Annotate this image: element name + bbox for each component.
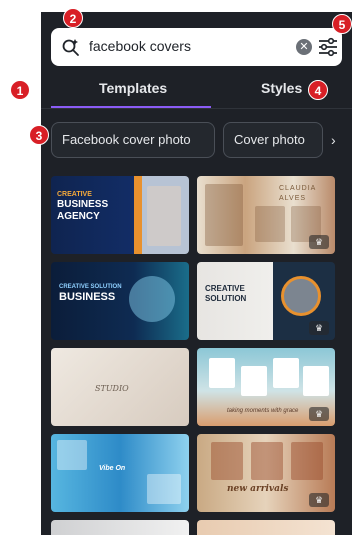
template-card[interactable]: CREATIVE BUSINESS AGENCY — [51, 176, 189, 254]
tab-bar: Templates Styles — [41, 70, 352, 110]
premium-crown-icon: ♛ — [309, 321, 329, 335]
template-text: Vibe On — [99, 465, 126, 472]
callout-badge-5: 5 — [332, 14, 352, 34]
template-card[interactable] — [197, 520, 335, 535]
clear-search-icon[interactable]: ✕ — [296, 39, 312, 55]
sliders-icon[interactable] — [317, 37, 339, 57]
photo-placeholder — [281, 276, 321, 316]
tab-divider — [41, 108, 352, 109]
photo-placeholder — [255, 206, 285, 242]
photo-placeholder — [129, 276, 175, 322]
template-text: SOLUTION — [205, 294, 247, 303]
photo-placeholder — [209, 358, 235, 388]
premium-crown-icon: ♛ — [309, 235, 329, 249]
magic-search-icon[interactable] — [61, 37, 81, 57]
photo-placeholder — [241, 366, 267, 396]
callout-badge-1: 1 — [10, 80, 30, 100]
template-text: taking moments with grace — [227, 408, 299, 414]
photo-placeholder — [147, 186, 181, 246]
chip-facebook-cover-photo[interactable]: Facebook cover photo — [51, 122, 215, 158]
photo-placeholder — [273, 358, 299, 388]
template-card[interactable]: STUDIO — [51, 348, 189, 426]
template-text: new arrivals — [227, 484, 289, 494]
template-text: CLAUDIA ALVES — [279, 185, 316, 202]
photo-placeholder — [57, 440, 87, 470]
template-card[interactable]: CLAUDIA ALVES ♛ — [197, 176, 335, 254]
template-text: BUSINESS — [59, 291, 116, 303]
photo-placeholder — [251, 442, 283, 480]
tab-templates[interactable]: Templates — [99, 80, 167, 96]
template-card[interactable]: taking moments with grace ♛ — [197, 348, 335, 426]
suggestion-chips: Facebook cover photo Cover photo › — [51, 122, 352, 160]
callout-badge-2: 2 — [63, 8, 83, 28]
template-text: STUDIO — [95, 384, 129, 393]
callout-badge-3: 3 — [29, 125, 49, 145]
photo-placeholder — [303, 366, 329, 396]
photo-placeholder — [211, 442, 243, 480]
search-panel: facebook covers ✕ Templates Styles Faceb… — [41, 12, 352, 535]
chevron-right-icon[interactable]: › — [331, 132, 336, 148]
template-text: AGENCY — [57, 211, 100, 222]
template-card[interactable]: new arrivals ♛ — [197, 434, 335, 512]
premium-crown-icon: ♛ — [309, 493, 329, 507]
template-card[interactable]: CREATIVE SOLUTION BUSINESS — [51, 262, 189, 340]
callout-badge-4: 4 — [308, 80, 328, 100]
photo-placeholder — [291, 442, 323, 480]
search-bar[interactable]: facebook covers ✕ — [51, 28, 342, 66]
template-text: CREATIVE — [205, 284, 245, 293]
photo-placeholder — [205, 184, 243, 246]
photo-placeholder — [147, 474, 181, 504]
template-card[interactable]: CREATIVE SOLUTION ♛ — [197, 262, 335, 340]
premium-crown-icon: ♛ — [309, 407, 329, 421]
search-input[interactable]: facebook covers — [89, 38, 191, 54]
active-tab-indicator — [51, 106, 211, 108]
template-card[interactable]: Vibe On — [51, 434, 189, 512]
tab-styles[interactable]: Styles — [261, 80, 302, 96]
chip-cover-photo[interactable]: Cover photo — [223, 122, 323, 158]
template-card[interactable] — [51, 520, 189, 535]
template-text: BUSINESS — [57, 199, 109, 210]
